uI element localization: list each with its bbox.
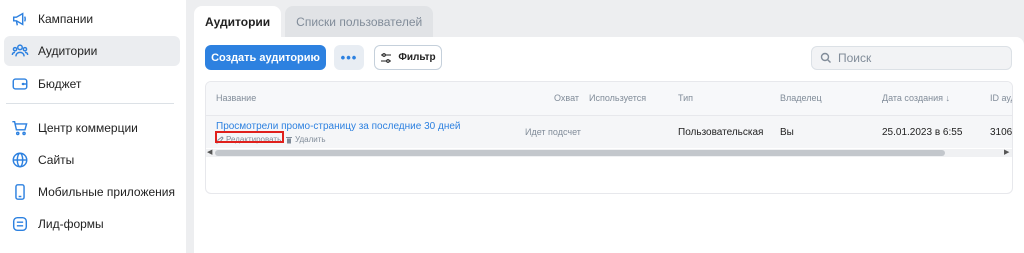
create-audience-button[interactable]: Создать аудиторию bbox=[205, 45, 326, 70]
edit-highlight-box bbox=[215, 131, 284, 143]
reach-value: Идет подсчет bbox=[525, 127, 581, 137]
filter-button[interactable]: Фильтр bbox=[374, 45, 442, 70]
delete-label: Удалить bbox=[295, 135, 326, 144]
sidebar-item-label: Аудитории bbox=[38, 44, 98, 58]
sidebar-item-label: Центр коммерции bbox=[38, 121, 138, 135]
sidebar-item-label: Сайты bbox=[38, 153, 75, 167]
tab-user-lists[interactable]: Списки пользователей bbox=[285, 6, 434, 38]
table-row: Просмотрели промо-страницу за последние … bbox=[206, 116, 1013, 148]
header-owner[interactable]: Владелец bbox=[780, 93, 822, 103]
search-icon bbox=[820, 52, 831, 63]
created-value: 25.01.2023 в 6:55 bbox=[882, 127, 963, 138]
header-reach[interactable]: Охват bbox=[554, 93, 579, 103]
sidebar-item-sites[interactable]: Сайты bbox=[4, 145, 180, 175]
table-header: Название Охват Используется Тип Владелец… bbox=[206, 82, 1012, 116]
header-name[interactable]: Название bbox=[216, 93, 256, 103]
owner-value: Вы bbox=[780, 127, 794, 138]
megaphone-icon bbox=[10, 9, 30, 29]
trash-icon bbox=[286, 136, 292, 143]
delete-action[interactable]: Удалить bbox=[285, 135, 326, 144]
filter-label: Фильтр bbox=[398, 52, 436, 63]
scroll-left-icon[interactable]: ◀ bbox=[207, 149, 212, 157]
form-icon bbox=[10, 214, 30, 234]
globe-icon bbox=[10, 150, 30, 170]
sidebar-item-label: Кампании bbox=[38, 12, 94, 26]
sidebar-divider bbox=[6, 103, 174, 104]
audiences-table: Название Охват Используется Тип Владелец… bbox=[205, 81, 1013, 194]
sidebar-item-audiences[interactable]: Аудитории bbox=[4, 36, 180, 66]
search-input[interactable] bbox=[838, 51, 998, 65]
wallet-icon bbox=[10, 74, 30, 94]
sidebar-item-campaigns[interactable]: Кампании bbox=[4, 4, 180, 34]
sidebar-item-label: Бюджет bbox=[38, 77, 82, 91]
scroll-right-icon[interactable]: ▶ bbox=[1004, 149, 1009, 157]
main-panel: Создать аудиторию ••• Фильтр Название Ох… bbox=[194, 37, 1024, 253]
sidebar-item-lead-forms[interactable]: Лид-формы bbox=[4, 209, 180, 239]
id-value: 3106 bbox=[990, 127, 1013, 138]
sidebar-item-label: Лид-формы bbox=[38, 217, 104, 231]
cart-icon bbox=[10, 118, 30, 138]
header-used[interactable]: Используется bbox=[589, 93, 646, 103]
sidebar: Кампании Аудитории Бюджет Центр коммерци… bbox=[0, 0, 186, 253]
search-box[interactable] bbox=[811, 46, 1012, 70]
sidebar-item-label: Мобильные приложения bbox=[38, 185, 175, 199]
header-id[interactable]: ID ауд bbox=[990, 93, 1012, 103]
tab-audiences[interactable]: Аудитории bbox=[194, 6, 282, 38]
horizontal-scrollbar[interactable]: ◀ ▶ bbox=[206, 149, 1012, 157]
sidebar-item-budget[interactable]: Бюджет bbox=[4, 69, 180, 99]
more-button[interactable]: ••• bbox=[334, 45, 364, 70]
scrollbar-thumb[interactable] bbox=[215, 150, 945, 156]
phone-icon bbox=[10, 182, 30, 202]
audiences-icon bbox=[10, 41, 30, 61]
tabs: Аудитории Списки пользователей bbox=[194, 6, 437, 38]
type-value: Пользовательская bbox=[678, 127, 764, 138]
sidebar-item-mobile-apps[interactable]: Мобильные приложения bbox=[4, 177, 180, 207]
filter-icon bbox=[381, 52, 392, 63]
header-created[interactable]: Дата создания ↓ bbox=[882, 93, 950, 103]
sidebar-item-commerce[interactable]: Центр коммерции bbox=[4, 113, 180, 143]
header-type[interactable]: Тип bbox=[678, 93, 693, 103]
